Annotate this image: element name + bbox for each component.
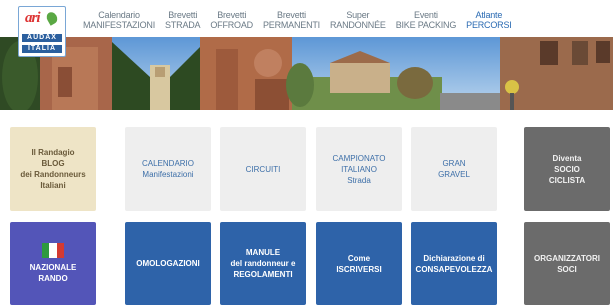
tile-text: Italiani: [40, 181, 66, 190]
nav-line2: MANIFESTAZIONI: [83, 20, 156, 30]
tile-calendario-manifestazioni[interactable]: CALENDARIO Manifestazioni: [125, 127, 211, 211]
tile-text: CONSAPEVOLEZZA: [415, 264, 493, 274]
nav-brevetti-permanenti[interactable]: Brevetti PERMANENTI: [258, 10, 325, 34]
nav-eventi-bike-packing[interactable]: Eventi BIKE PACKING: [391, 10, 461, 34]
tile-text: ISCRIVERSI: [336, 264, 382, 274]
tile-text: CICLISTA: [548, 175, 586, 185]
tile-gran-gravel[interactable]: GRAN GRAVEL: [411, 127, 497, 211]
tile-manule-regolamenti[interactable]: MANULE del randonneur e REGOLAMENTI: [220, 222, 306, 305]
nav-line1: Brevetti: [217, 10, 247, 20]
tile-text: SOCI: [557, 264, 577, 274]
nav-calendario-manifestazioni[interactable]: Calendario MANIFESTAZIONI: [78, 10, 160, 34]
tile-text: GRAN: [442, 159, 466, 168]
logo-brand: ari: [25, 10, 40, 26]
tile-nazionale-rando[interactable]: NAZIONALE RANDO: [10, 222, 96, 305]
tile-text: NAZIONALE: [29, 263, 77, 272]
tile-text: Diventa: [552, 153, 582, 163]
tile-text: MANULE: [245, 248, 281, 257]
tile-text: GRAVEL: [438, 170, 470, 179]
nav-line2: BIKE PACKING: [395, 20, 457, 30]
nav-line1: Eventi: [414, 10, 438, 20]
tile-text: CALENDARIO: [141, 159, 194, 168]
tile-text: OMOLOGAZIONI: [136, 259, 200, 268]
tile-text: ORGANIZZATORI: [534, 253, 600, 263]
tile-text: Dichiarazione di: [423, 253, 485, 263]
tile-text: BLOG: [41, 159, 65, 168]
tile-text: Come: [347, 253, 371, 263]
main-nav: Calendario MANIFESTAZIONI Brevetti STRAD…: [78, 10, 517, 34]
tile-organizzatori-soci[interactable]: ORGANIZZATORI SOCI: [524, 222, 610, 305]
logo-line1: AUDAX: [22, 34, 62, 42]
tile-text: REGOLAMENTI: [233, 270, 293, 279]
tile-text: CAMPIONATO: [332, 153, 386, 163]
nav-line1: Calendario: [98, 10, 140, 20]
tile-campionato-italiano-strada[interactable]: CAMPIONATO ITALIANO Strada: [316, 127, 402, 211]
nav-super-randonnee[interactable]: Super RANDONNÉE: [325, 10, 391, 34]
nav-line1: Super: [346, 10, 370, 20]
tile-text: CIRCUITI: [245, 164, 281, 174]
logo-line2: ITALIA: [22, 45, 62, 53]
tile-omologazioni[interactable]: OMOLOGAZIONI: [125, 222, 211, 305]
tile-il-randagio-blog[interactable]: Il Randagio BLOG dei Randonneurs Italian…: [10, 127, 96, 211]
audax-italia-logo[interactable]: ari AUDAX ITALIA: [18, 6, 66, 57]
nav-line2: OFFROAD: [210, 20, 253, 30]
tile-diventa-socio-ciclista[interactable]: Diventa SOCIO CICLISTA: [524, 127, 610, 211]
hero-banner-scene: [0, 37, 613, 110]
nav-line2: STRADA: [165, 20, 201, 30]
tile-text: SOCIO: [554, 164, 580, 174]
nav-line2: PERMANENTI: [262, 20, 320, 30]
tile-text: Il Randagio: [31, 148, 75, 157]
tile-text: ITALIANO: [341, 164, 377, 174]
tile-come-iscriversi[interactable]: Come ISCRIVERSI: [316, 222, 402, 305]
tile-text: Strada: [347, 175, 371, 185]
tile-text: RANDO: [38, 274, 68, 283]
logo-leaf-icon: [44, 10, 60, 26]
italian-flag-icon: [42, 243, 64, 258]
nav-brevetti-offroad[interactable]: Brevetti OFFROAD: [205, 10, 258, 34]
tile-dichiarazione-consapevolezza[interactable]: Dichiarazione di CONSAPEVOLEZZA: [411, 222, 497, 305]
nav-line2: PERCORSI: [466, 20, 512, 30]
nav-line1: Atlante: [475, 10, 503, 20]
nav-line1: Brevetti: [277, 10, 306, 20]
hero-banner-image: [0, 37, 613, 110]
tile-text: del randonneur e: [230, 259, 296, 268]
tile-text: dei Randonneurs: [20, 170, 86, 179]
tile-circuiti[interactable]: CIRCUITI: [220, 127, 306, 211]
tile-text: Manifestazioni: [142, 170, 194, 179]
site-header: ari AUDAX ITALIA Calendario MANIFESTAZIO…: [0, 0, 613, 57]
nav-line1: Brevetti: [168, 10, 198, 20]
nav-brevetti-strada[interactable]: Brevetti STRADA: [160, 10, 205, 34]
nav-atlante-percorsi[interactable]: Atlante PERCORSI: [461, 10, 516, 34]
nav-line2: RANDONNÉE: [329, 20, 386, 30]
